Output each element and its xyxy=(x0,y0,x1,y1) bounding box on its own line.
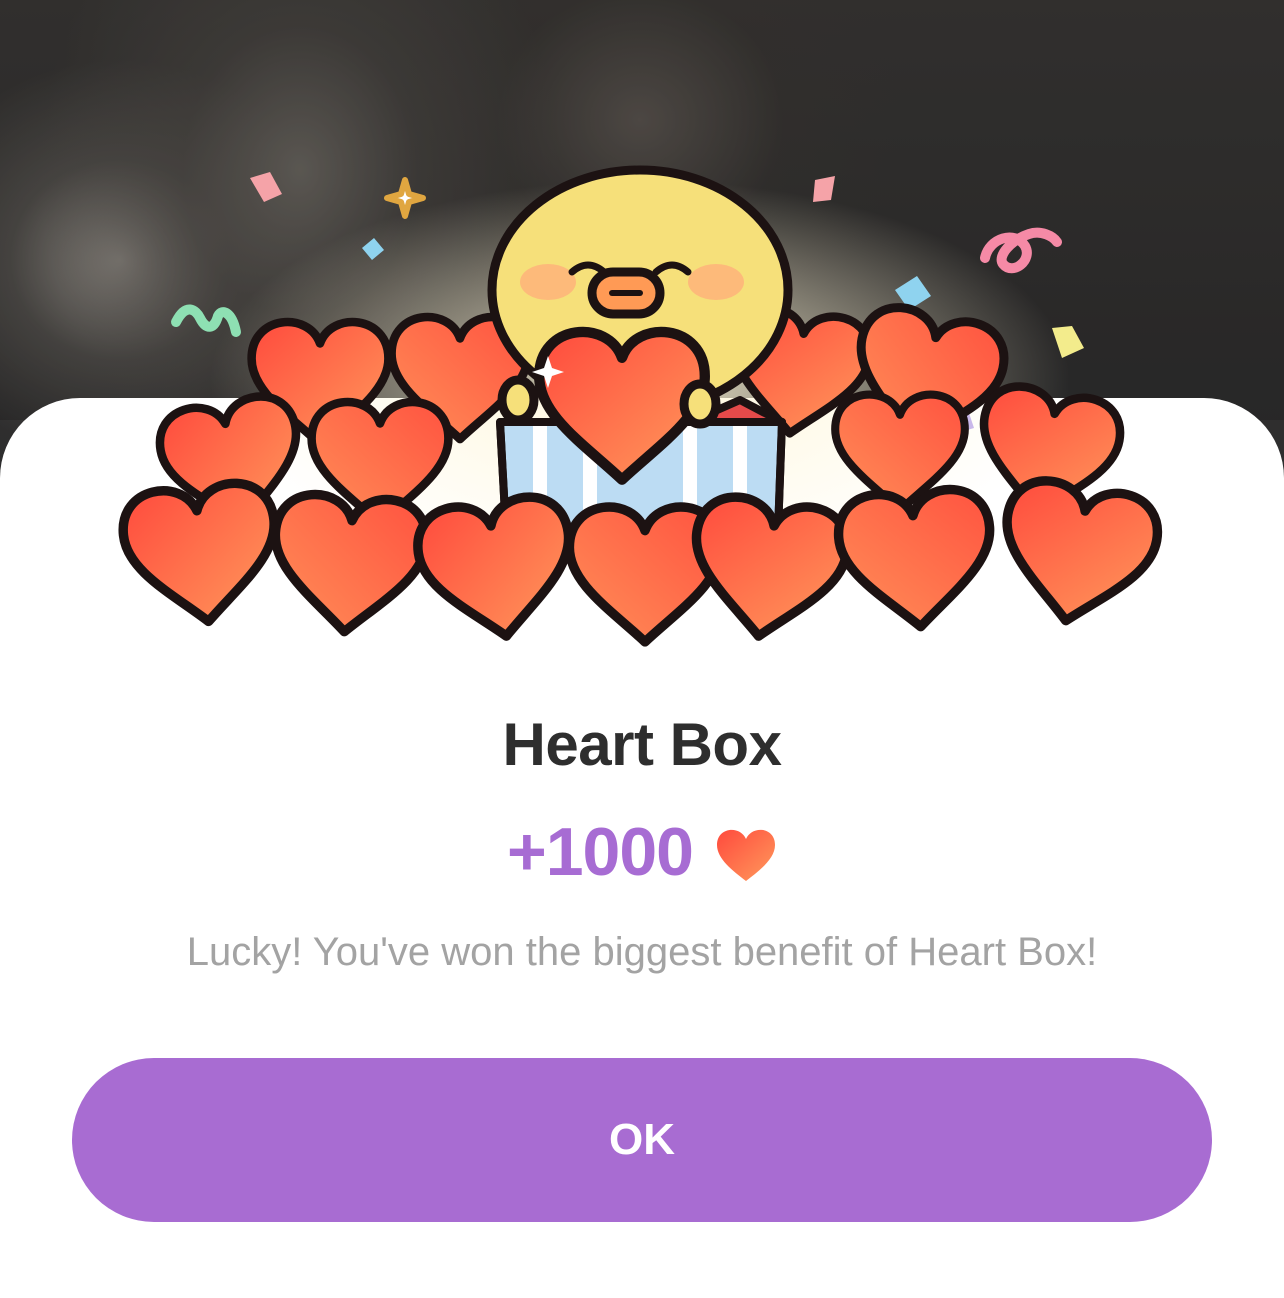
heart-icon xyxy=(716,829,775,881)
ok-button[interactable]: OK xyxy=(72,1058,1212,1222)
reward-amount: +1000 xyxy=(507,814,694,890)
heart-box-illustration xyxy=(0,160,1284,650)
dialog-title: Heart Box xyxy=(502,711,782,778)
reward-amount-row: +1000 xyxy=(0,812,1284,892)
reward-message: Lucky! You've won the biggest benefit of… xyxy=(186,930,1098,974)
ok-button-label: OK xyxy=(609,1115,675,1164)
